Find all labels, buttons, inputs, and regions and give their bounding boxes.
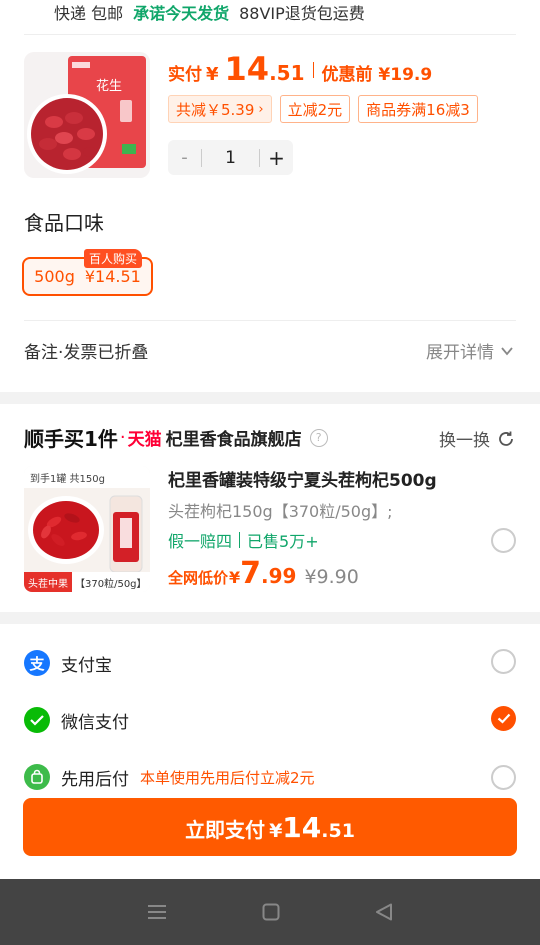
divider bbox=[24, 34, 516, 35]
pay-later-promo: 本单使用先用后付立减2元 bbox=[140, 768, 315, 787]
alipay-label: 支付宝 bbox=[61, 655, 112, 676]
store-name[interactable]: 杞里香食品旗舰店 bbox=[166, 425, 302, 450]
variant-weight: 500g bbox=[34, 267, 75, 286]
wechat-label: 微信支付 bbox=[61, 712, 129, 733]
recommendation-card: 顺手买1件 · 天猫 杞里香食品旗舰店 ? 换一换 到手1罐 共150g 头茬中… bbox=[0, 404, 540, 612]
alipay-radio[interactable] bbox=[491, 649, 516, 674]
separator bbox=[312, 62, 314, 78]
wechat-radio-checked[interactable] bbox=[491, 706, 516, 731]
popular-badge: 百人购买 bbox=[84, 249, 143, 268]
thumb-caption-right: 【370粒/50g】 bbox=[75, 578, 147, 590]
pay-label: 实付 bbox=[168, 65, 202, 85]
payment-option-wechat[interactable]: 微信支付 bbox=[24, 706, 129, 734]
system-navigation-bar bbox=[0, 879, 540, 945]
quantity-stepper: - 1 + bbox=[168, 140, 293, 175]
pay-now-button[interactable]: 立即支付 ¥ 14 .51 bbox=[23, 798, 517, 856]
thumb-caption-left: 头茬中果 bbox=[24, 572, 72, 592]
coupon-1-label: 立减2元 bbox=[287, 100, 343, 119]
variant-price: ¥14.51 bbox=[84, 267, 141, 286]
shipping-express: 快递 包邮 bbox=[54, 4, 124, 23]
price-decimal: .99 bbox=[261, 564, 297, 588]
pay-now-label: 立即支付 bbox=[185, 818, 266, 842]
recommend-title: 顺手买1件 bbox=[24, 427, 118, 451]
chevron-down-icon bbox=[501, 346, 513, 355]
discount-tags: 共减￥5.39 › 立减2元 商品券满16减3 bbox=[168, 95, 478, 123]
home-icon[interactable] bbox=[261, 902, 281, 922]
recommend-select-radio[interactable] bbox=[491, 528, 516, 553]
recommendation-header: 顺手买1件 · 天猫 杞里香食品旗舰店 ? bbox=[24, 423, 328, 452]
shipping-info: 快递 包邮 承诺今天发货 88VIP退货包运费 bbox=[54, 0, 365, 24]
tmall-logo: 天猫 bbox=[127, 430, 162, 450]
expand-label: 展开详情 bbox=[426, 343, 494, 363]
pay-later-icon bbox=[24, 764, 50, 790]
increase-button[interactable]: + bbox=[260, 140, 293, 175]
pay-later-radio[interactable] bbox=[491, 765, 516, 790]
recommend-thumbnail[interactable]: 到手1罐 共150g 头茬中果 【370粒/50g】 bbox=[24, 466, 150, 592]
recommend-sale-info: 假一赔四 已售5万+ bbox=[168, 528, 319, 552]
back-icon[interactable] bbox=[374, 902, 394, 922]
price-decimal: .51 bbox=[321, 820, 355, 842]
price-decimal: .51 bbox=[269, 61, 305, 85]
swap-label: 换一换 bbox=[439, 431, 490, 451]
currency-symbol: ¥ bbox=[229, 568, 241, 587]
recommend-spec[interactable]: 头茬枸杞150g【370粒/50g】; bbox=[168, 498, 393, 522]
quantity-value[interactable]: 1 bbox=[201, 148, 260, 168]
currency-symbol: ¥ bbox=[269, 820, 283, 842]
recommend-product-name[interactable]: 杞里香罐装特级宁夏头茬枸杞500g bbox=[168, 466, 437, 491]
guarantee-label: 假一赔四 bbox=[168, 532, 233, 551]
decrease-button[interactable]: - bbox=[168, 140, 201, 175]
price-integer: 14 bbox=[282, 811, 322, 844]
price-integer: 7 bbox=[240, 556, 262, 591]
swap-button[interactable]: 换一换 bbox=[439, 426, 516, 451]
payment-option-alipay[interactable]: 支 支付宝 bbox=[24, 649, 112, 677]
refresh-icon bbox=[499, 431, 513, 446]
coupon-2-label: 商品券满16减3 bbox=[366, 100, 470, 119]
checkout-page: 快递 包邮 承诺今天发货 88VIP退货包运费 花生 实付 ¥ 14 .51 优… bbox=[0, 0, 540, 945]
wechat-pay-icon bbox=[24, 707, 50, 733]
payment-option-pay-later[interactable]: 先用后付 本单使用先用后付立减2元 bbox=[24, 763, 315, 791]
check-icon bbox=[30, 715, 44, 726]
peanut-package-image: 花生 bbox=[27, 56, 146, 174]
price-integer: 14 bbox=[224, 50, 270, 88]
order-card: 快递 包邮 承诺今天发货 88VIP退货包运费 花生 实付 ¥ 14 .51 优… bbox=[0, 0, 540, 392]
coupon-tag-2: 商品券满16减3 bbox=[358, 95, 478, 123]
pay-later-label: 先用后付 bbox=[61, 769, 129, 790]
discount-total-tag[interactable]: 共减￥5.39 › bbox=[168, 95, 272, 123]
menu-icon[interactable] bbox=[146, 903, 168, 921]
expand-details-button[interactable]: 展开详情 bbox=[426, 338, 514, 363]
divider bbox=[24, 320, 516, 321]
coupon-tag-1: 立减2元 bbox=[279, 95, 351, 123]
original-price: ¥9.90 bbox=[304, 566, 359, 588]
remark-label: 备注·发票已折叠 bbox=[24, 343, 149, 363]
help-icon[interactable]: ? bbox=[309, 428, 328, 447]
checkmark-icon bbox=[497, 713, 510, 724]
chevron-right-icon: › bbox=[258, 101, 264, 117]
thumb-caption-bottom: 头茬中果 【370粒/50g】 bbox=[24, 572, 150, 592]
title-dot: · bbox=[119, 427, 126, 448]
sold-count: 已售5万+ bbox=[247, 532, 319, 551]
flavor-title: 食品口味 bbox=[24, 211, 104, 235]
original-price: 优惠前 ¥19.9 bbox=[321, 65, 433, 85]
product-thumbnail[interactable]: 花生 bbox=[24, 52, 150, 178]
alipay-icon: 支 bbox=[24, 650, 50, 676]
recommend-price: 全网低价 ¥ 7 .99 ¥9.90 bbox=[168, 556, 359, 591]
price-summary: 实付 ¥ 14 .51 优惠前 ¥19.9 bbox=[168, 50, 432, 90]
separator bbox=[239, 532, 241, 548]
price-label: 全网低价 bbox=[168, 569, 229, 587]
shipping-vip: 88VIP退货包运费 bbox=[239, 4, 365, 23]
currency-symbol: ¥ bbox=[206, 64, 219, 85]
package-label: 花生 bbox=[96, 78, 122, 94]
bag-icon bbox=[31, 769, 43, 784]
shipping-promise: 承诺今天发货 bbox=[133, 4, 230, 23]
discount-total: 共减￥5.39 bbox=[176, 100, 255, 119]
